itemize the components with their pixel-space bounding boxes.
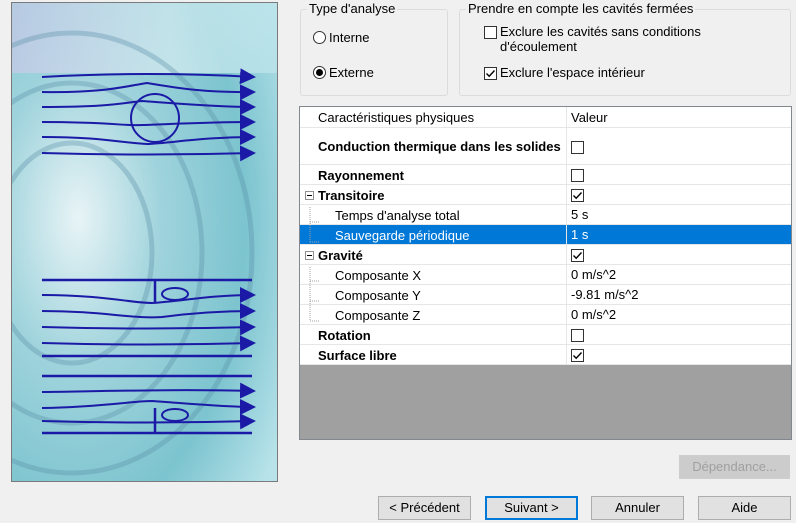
next-button[interactable]: Suivant >	[485, 496, 578, 520]
check-icon	[573, 252, 583, 260]
row-label-rayonnement: Rayonnement	[318, 167, 404, 183]
previous-button[interactable]: < Précédent	[378, 496, 471, 520]
temps-analyse-value[interactable]: 5 s	[566, 204, 791, 225]
row-label-surface-libre: Surface libre	[318, 347, 397, 363]
radio-externe-label: Externe	[329, 65, 374, 80]
grid-row-gravite[interactable]: Gravité	[300, 244, 791, 265]
closed-cavities-group: Prendre en compte les cavités fermées Ex…	[459, 1, 791, 96]
composante-x-value[interactable]: 0 m/s^2	[566, 264, 791, 285]
dependance-button[interactable]: Dépendance...	[679, 455, 790, 479]
sauvegarde-value[interactable]: 1 s	[567, 225, 791, 244]
col-header-value: Valeur	[566, 107, 791, 128]
conduction-checkbox[interactable]	[571, 140, 584, 154]
exclude-cavities-box[interactable]	[484, 26, 497, 39]
grid-row-transitoire[interactable]: Transitoire	[300, 184, 791, 205]
radio-interne-label: Interne	[329, 30, 370, 45]
radio-interne[interactable]: Interne	[313, 30, 369, 45]
exclude-interior-label: Exclure l'espace intérieur	[500, 65, 645, 80]
row-label-conduction: Conduction thermique dans les solides	[318, 139, 561, 155]
exclude-cavities-label: Exclure les cavités sans conditions d'éc…	[500, 24, 701, 54]
grid-row-rayonnement[interactable]: Rayonnement	[300, 164, 791, 185]
row-label-gravite: Gravité	[318, 247, 363, 263]
analysis-type-title: Type d'analyse	[307, 1, 398, 17]
grid-row-rotation[interactable]: Rotation	[300, 324, 791, 345]
grid-row-composante-y[interactable]: Composante Y -9.81 m/s^2	[300, 284, 791, 305]
radio-interne-indicator[interactable]	[313, 31, 326, 44]
grid-header-row: Caractéristiques physiques Valeur	[300, 107, 791, 128]
grid-row-composante-z[interactable]: Composante Z 0 m/s^2	[300, 304, 791, 325]
grid-row-temps-analyse[interactable]: Temps d'analyse total 5 s	[300, 204, 791, 225]
check-icon	[573, 352, 583, 360]
col-header-name: Caractéristiques physiques	[300, 107, 567, 128]
rotation-checkbox[interactable]	[571, 329, 584, 343]
transitoire-checkbox[interactable]	[571, 189, 584, 203]
rayonnement-checkbox[interactable]	[571, 169, 584, 183]
row-label-composante-z: Composante Z	[335, 307, 421, 323]
grid-row-sauvegarde[interactable]: Sauvegarde périodique 1 s	[300, 224, 791, 245]
physics-property-grid[interactable]: Caractéristiques physiques Valeur Conduc…	[299, 106, 792, 440]
surface-libre-checkbox[interactable]	[571, 349, 584, 363]
check-icon	[573, 192, 583, 200]
row-label-transitoire: Transitoire	[318, 187, 385, 203]
flow-illustration	[11, 2, 278, 482]
tree-lines	[309, 207, 320, 322]
row-label-composante-y: Composante Y	[335, 287, 421, 303]
exclude-cavities-checkbox[interactable]: Exclure les cavités sans conditions d'éc…	[484, 24, 744, 54]
row-label-sauvegarde: Sauvegarde périodique	[335, 227, 470, 243]
exclude-interior-checkbox[interactable]: Exclure l'espace intérieur	[484, 65, 645, 80]
radio-externe[interactable]: Externe	[313, 65, 374, 80]
grid-row-surface-libre[interactable]: Surface libre	[300, 344, 791, 365]
grid-row-conduction[interactable]: Conduction thermique dans les solides	[300, 127, 791, 165]
composante-y-value[interactable]: -9.81 m/s^2	[566, 284, 791, 305]
exclude-interior-box[interactable]	[484, 67, 497, 80]
row-label-composante-x: Composante X	[335, 267, 421, 283]
analysis-type-group: Type d'analyse Interne Externe	[300, 1, 448, 96]
help-button[interactable]: Aide	[698, 496, 791, 520]
gravite-checkbox[interactable]	[571, 249, 584, 263]
closed-cavities-title: Prendre en compte les cavités fermées	[466, 1, 696, 17]
check-icon	[486, 70, 496, 78]
composante-z-value[interactable]: 0 m/s^2	[566, 304, 791, 325]
row-label-rotation: Rotation	[318, 327, 371, 343]
radio-externe-indicator[interactable]	[313, 66, 326, 79]
cancel-button[interactable]: Annuler	[591, 496, 684, 520]
grid-row-composante-x[interactable]: Composante X 0 m/s^2	[300, 264, 791, 285]
row-label-temps-analyse: Temps d'analyse total	[335, 207, 460, 223]
